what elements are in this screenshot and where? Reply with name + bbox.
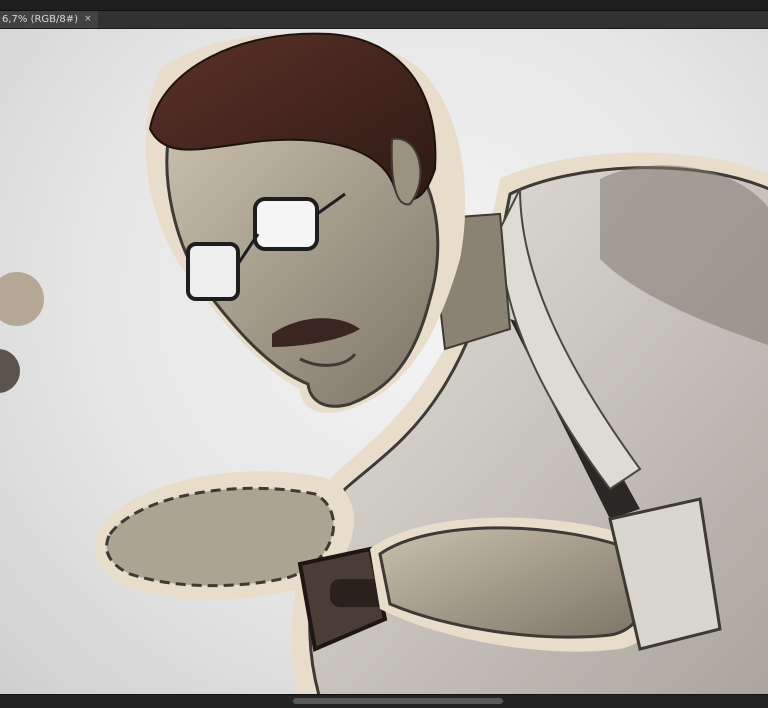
document-tab[interactable]: 6,7% (RGB/8#) × (0, 11, 98, 28)
document-tab-title: 6,7% (RGB/8#) (2, 14, 79, 25)
glasses-lens-left (186, 242, 240, 301)
horizontal-scrollbar[interactable] (0, 694, 768, 708)
color-swatch-dark (0, 349, 20, 393)
artwork (0, 32, 768, 694)
drawing-canvas[interactable] (0, 29, 768, 694)
scrollbar-thumb[interactable] (293, 698, 503, 704)
color-swatch-light (0, 272, 44, 326)
menu-bar (0, 0, 768, 11)
document-tab-bar: 6,7% (RGB/8#) × (0, 11, 768, 29)
glasses-lens-right (253, 197, 319, 251)
close-icon[interactable]: × (84, 11, 92, 28)
